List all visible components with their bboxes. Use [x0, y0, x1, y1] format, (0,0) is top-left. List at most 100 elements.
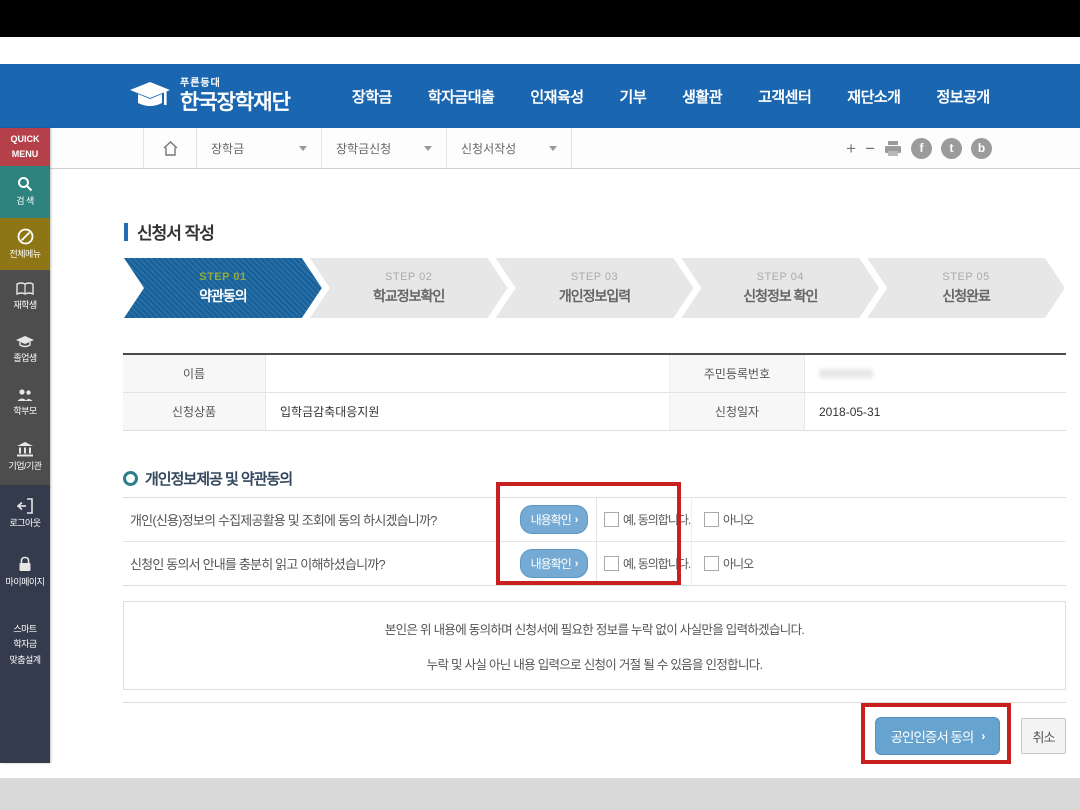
facebook-icon[interactable]: f — [911, 138, 932, 159]
logo-tagline: 푸른등대 — [180, 79, 290, 89]
consent-button-cell: 내용확인 › — [512, 542, 597, 585]
step-04-application-review: STEP 04 신청정보 확인 — [681, 258, 879, 318]
checkbox-icon[interactable] — [704, 556, 719, 571]
view-content-label: 내용확인 — [531, 555, 571, 572]
view-content-label: 내용확인 — [531, 511, 571, 528]
application-date-text: 2018-05-31 — [819, 405, 880, 419]
consent-section-heading: 개인정보제공 및 약관동의 — [123, 468, 292, 489]
step-02-school-info: STEP 02 학교정보확인 — [310, 258, 508, 318]
sidebar-item-graduate[interactable]: 졸업생 — [0, 323, 50, 376]
no-checkbox[interactable]: 아니오 — [704, 555, 753, 572]
no-label: 아니오 — [723, 511, 753, 528]
search-icon — [17, 176, 33, 192]
graduation-cap-logo-icon — [128, 78, 172, 114]
yes-label: 예, 동의합니다. — [623, 555, 690, 572]
declaration-line-2: 누락 및 사실 아닌 내용 입력으로 신청이 거절 될 수 있음을 인정합니다. — [427, 654, 763, 673]
sidebar-item-label: 로그아웃 — [9, 518, 40, 529]
sidebar-item-institution[interactable]: 기업/기관 — [0, 429, 50, 485]
sidebar-item-label: 기업/기관 — [8, 461, 41, 472]
chevron-down-icon — [299, 146, 307, 151]
printer-icon — [884, 140, 902, 157]
title-accent-bar — [124, 223, 128, 241]
name-label: 이름 — [123, 355, 266, 392]
print-button[interactable] — [884, 140, 902, 157]
nav-scholarship[interactable]: 장학금 — [352, 86, 392, 107]
sidebar-item-all-menu[interactable]: 전체메뉴 — [0, 218, 50, 270]
lock-icon — [18, 556, 32, 573]
nav-about[interactable]: 재단소개 — [847, 86, 900, 107]
blog-icon[interactable]: b — [971, 138, 992, 159]
step-01-terms-agreement: STEP 01 약관동의 — [124, 258, 322, 318]
breadcrumb-label: 신청서작성 — [461, 140, 516, 157]
breadcrumb-item-form[interactable]: 신청서작성 — [447, 128, 572, 168]
kosaf-logo[interactable]: 푸른등대 한국장학재단 — [128, 78, 290, 114]
step-number: STEP 02 — [385, 271, 432, 283]
sidebar-item-label: 학자금 — [13, 639, 36, 650]
yes-checkbox[interactable]: 예, 동의합니다. — [604, 555, 690, 572]
quick-menu-line2: MENU — [12, 149, 39, 160]
resident-number-value — [805, 355, 1066, 392]
quick-sidebar: QUICK MENU 검 색 전체메뉴 재학생 졸업생 — [0, 128, 50, 763]
sidebar-item-parents[interactable]: 학부모 — [0, 376, 50, 429]
sidebar-item-label: 전체메뉴 — [9, 249, 40, 260]
step-progress: STEP 01 약관동의 STEP 02 학교정보확인 STEP 03 개인정보… — [124, 258, 1065, 318]
quick-menu-line1: QUICK — [11, 134, 40, 145]
nav-talent-development[interactable]: 인재육성 — [530, 86, 583, 107]
breadcrumb-item-application[interactable]: 장학금신청 — [322, 128, 447, 168]
nav-dormitory[interactable]: 생활관 — [682, 86, 722, 107]
checkbox-icon[interactable] — [704, 512, 719, 527]
step-number: STEP 03 — [571, 271, 618, 283]
bullet-icon — [123, 471, 138, 486]
twitter-icon[interactable]: t — [941, 138, 962, 159]
nav-customer-center[interactable]: 고객센터 — [758, 86, 811, 107]
nav-student-loan[interactable]: 학자금대출 — [428, 86, 495, 107]
product-text: 입학금감축대응지원 — [280, 403, 379, 420]
consent-yes-cell: 예, 동의합니다. — [597, 498, 692, 541]
step-03-personal-info: STEP 03 개인정보입력 — [496, 258, 694, 318]
step-label: 개인정보입력 — [559, 286, 630, 306]
consent-yes-cell: 예, 동의합니다. — [597, 542, 692, 585]
top-black-bar — [0, 0, 1080, 37]
checkbox-icon[interactable] — [604, 556, 619, 571]
all-menu-icon — [17, 228, 34, 245]
breadcrumb-item-scholarship[interactable]: 장학금 — [197, 128, 322, 168]
sidebar-item-label: 마이페이지 — [6, 577, 45, 588]
bottom-gray-bar — [0, 778, 1080, 810]
step-05-complete: STEP 05 신청완료 — [867, 258, 1065, 318]
home-icon[interactable] — [143, 128, 197, 168]
declaration-line-1: 본인은 위 내용에 동의하며 신청서에 필요한 정보를 누락 없이 사실만을 입… — [385, 619, 804, 638]
cancel-button[interactable]: 취소 — [1021, 718, 1066, 754]
font-zoom-out-button[interactable]: − — [865, 140, 875, 157]
sidebar-item-search[interactable]: 검 색 — [0, 166, 50, 218]
sidebar-item-label: 스마트 — [13, 624, 36, 635]
nav-donation[interactable]: 기부 — [620, 86, 647, 107]
sidebar-item-logout[interactable]: 로그아웃 — [0, 485, 50, 543]
sidebar-item-enrolled-student[interactable]: 재학생 — [0, 270, 50, 323]
no-checkbox[interactable]: 아니오 — [704, 511, 753, 528]
name-value — [266, 355, 670, 392]
view-content-button[interactable]: 내용확인 › — [520, 505, 589, 534]
chevron-down-icon — [424, 146, 432, 151]
page-title-text: 신청서 작성 — [137, 219, 214, 244]
sidebar-item-mypage[interactable]: 마이페이지 — [0, 543, 50, 601]
chevron-down-icon — [549, 146, 557, 151]
consent-table: 개인(신용)정보의 수집제공활용 및 조회에 동의 하시겠습니까? 내용확인 ›… — [123, 497, 1066, 586]
checkbox-icon[interactable] — [604, 512, 619, 527]
step-label: 신청완료 — [942, 286, 990, 306]
step-label: 신청정보 확인 — [743, 286, 817, 306]
sidebar-item-label: 재학생 — [13, 300, 36, 311]
certificate-agree-button[interactable]: 공인인증서 동의 › — [875, 717, 1000, 755]
yes-checkbox[interactable]: 예, 동의합니다. — [604, 511, 690, 528]
sidebar-item-smart-funding[interactable]: 스마트 학자금 맞춤설계 — [0, 601, 50, 689]
chevron-right-icon: › — [981, 729, 984, 743]
view-content-button[interactable]: 내용확인 › — [520, 549, 589, 578]
sidebar-item-label: 졸업생 — [13, 353, 36, 364]
breadcrumb-label: 장학금 — [211, 140, 244, 157]
parents-icon — [16, 388, 34, 402]
font-zoom-in-button[interactable]: + — [846, 140, 856, 157]
consent-no-cell: 아니오 — [692, 511, 1066, 528]
table-row: 신청상품 입학금감축대응지원 신청일자 2018-05-31 — [123, 392, 1066, 430]
no-label: 아니오 — [723, 555, 753, 572]
chevron-right-icon: › — [575, 514, 578, 526]
nav-disclosure[interactable]: 정보공개 — [936, 86, 989, 107]
